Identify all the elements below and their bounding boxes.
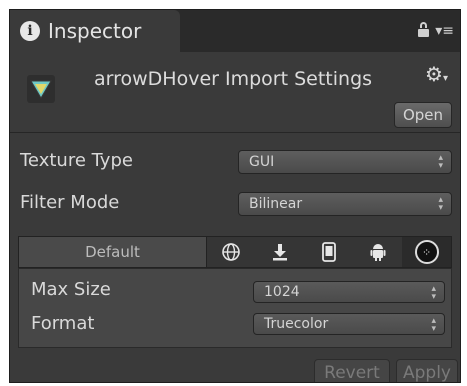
- texture-type-dropdown[interactable]: GUI ▴ ▾: [238, 150, 452, 174]
- updown-arrows-icon: ▴ ▾: [438, 195, 443, 213]
- blackberry-icon[interactable]: ⁘: [402, 237, 451, 267]
- format-dropdown[interactable]: Truecolor ▴ ▾: [253, 313, 445, 335]
- max-size-value: 1024: [264, 284, 300, 300]
- tab-strip: i Inspector ▾≡: [10, 10, 460, 52]
- inspector-window: i Inspector ▾≡ arrowDHover Import Settin…: [9, 9, 461, 383]
- platform-tabs: Default ⁘: [18, 236, 452, 268]
- filter-mode-dropdown[interactable]: Bilinear ▴ ▾: [238, 192, 452, 216]
- format-value: Truecolor: [264, 316, 329, 332]
- globe-icon[interactable]: [207, 237, 256, 267]
- filter-mode-value: Bilinear: [249, 196, 303, 212]
- lock-icon[interactable]: [418, 22, 430, 37]
- max-size-label: Max Size: [31, 279, 111, 300]
- tab-label: Inspector: [48, 19, 142, 43]
- texture-asset-icon: [27, 75, 55, 103]
- android-icon[interactable]: [353, 237, 403, 267]
- format-label: Format: [31, 313, 95, 334]
- texture-type-value: GUI: [249, 154, 275, 170]
- max-size-dropdown[interactable]: 1024 ▴ ▾: [253, 281, 445, 303]
- open-button[interactable]: Open: [394, 102, 452, 128]
- updown-arrows-icon: ▴ ▾: [431, 284, 436, 302]
- platform-settings-panel: Max Size 1024 ▴ ▾ Format Truecolor ▴ ▾: [18, 268, 452, 348]
- gear-icon[interactable]: ⚙▾: [425, 62, 448, 86]
- divider: [10, 132, 460, 133]
- revert-button[interactable]: Revert: [314, 359, 390, 382]
- tab-default[interactable]: Default: [19, 237, 207, 267]
- tab-controls: ▾≡: [418, 22, 454, 38]
- texture-type-label: Texture Type: [20, 150, 133, 171]
- download-icon[interactable]: [255, 237, 305, 267]
- filter-mode-label: Filter Mode: [20, 192, 120, 213]
- asset-header: arrowDHover Import Settings ⚙▾ Open: [10, 52, 460, 132]
- tab-inspector[interactable]: i Inspector: [10, 10, 180, 52]
- info-icon: i: [20, 21, 40, 41]
- asset-title: arrowDHover Import Settings: [94, 68, 373, 90]
- apply-button[interactable]: Apply: [396, 359, 458, 382]
- phone-icon[interactable]: [304, 237, 354, 267]
- updown-arrows-icon: ▴ ▾: [438, 153, 443, 171]
- menu-icon[interactable]: ▾≡: [435, 24, 454, 38]
- updown-arrows-icon: ▴ ▾: [431, 316, 436, 334]
